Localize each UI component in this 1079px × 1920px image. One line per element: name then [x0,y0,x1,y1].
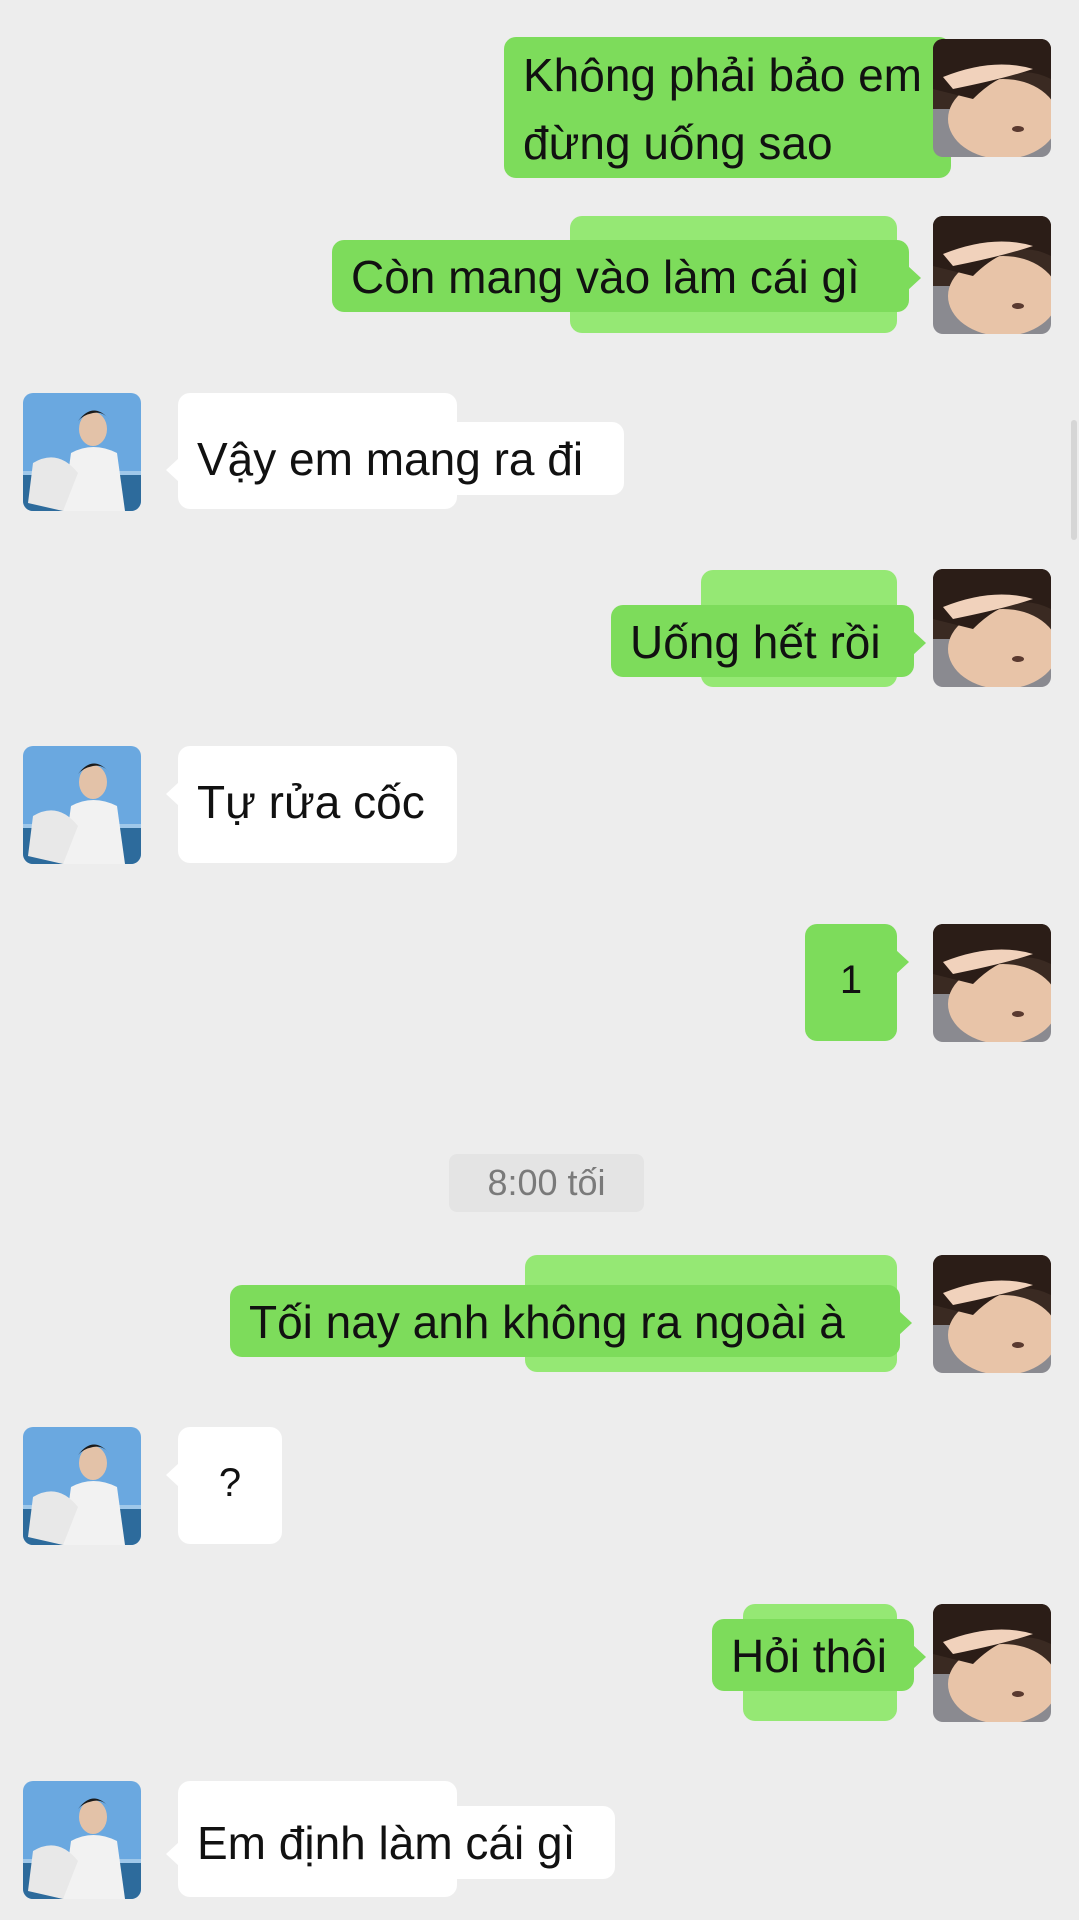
message-bubble-sent[interactable]: Không phải bảo em đừng uống sao [504,37,963,178]
my-avatar[interactable] [933,1604,1051,1722]
my-avatar[interactable] [933,39,1051,157]
my-avatar[interactable] [933,924,1051,1042]
avatar-photo-me-icon [933,1255,1051,1373]
message-bubble-received[interactable]: Tự rửa cốc [166,746,457,863]
avatar-photo-me-icon [933,216,1051,334]
message-bubble-sent[interactable]: Còn mang vào làm cái gì [332,240,921,312]
my-avatar[interactable] [933,569,1051,687]
message-bubble-received[interactable]: ? [166,1427,282,1544]
avatar-photo-me-icon [933,924,1051,1042]
message-bubble-sent[interactable]: Uống hết rồi [611,605,926,677]
avatar-photo-other-icon [23,1427,141,1545]
message-text: ? [218,1461,242,1505]
avatar-photo-me-icon [933,1604,1051,1722]
message-text: Em định làm cái gì [197,1817,576,1869]
message-text: Vậy em mang ra đi [197,433,584,485]
chat-message-list[interactable]: Không phải bảo em đừng uống sao Còn mang… [0,0,1079,1920]
message-bubble-received[interactable]: Vậy em mang ra đi [166,422,624,495]
scrollbar[interactable] [1071,420,1077,540]
my-avatar[interactable] [933,1255,1051,1373]
contact-avatar[interactable] [23,746,141,864]
message-text: Còn mang vào làm cái gì [351,251,860,303]
message-text: Hỏi thôi [731,1630,887,1682]
avatar-photo-me-icon [933,569,1051,687]
message-bubble-sent[interactable]: Hỏi thôi [712,1619,926,1691]
my-avatar[interactable] [933,216,1051,334]
message-bubble-received[interactable]: Em định làm cái gì [166,1806,615,1879]
contact-avatar[interactable] [23,393,141,511]
message-text: Uống hết rồi [630,616,881,668]
avatar-photo-other-icon [23,746,141,864]
timestamp-divider: 8:00 tối [449,1154,644,1212]
message-bubble-sent[interactable]: Tối nay anh không ra ngoài à [230,1285,912,1357]
message-text: Không phải bảo em đừng uống sao [523,49,922,169]
message-text: Tự rửa cốc [197,776,425,828]
message-text: 1 [839,958,863,1002]
avatar-photo-other-icon [23,1781,141,1899]
avatar-photo-other-icon [23,393,141,511]
contact-avatar[interactable] [23,1781,141,1899]
avatar-photo-me-icon [933,39,1051,157]
message-text: Tối nay anh không ra ngoài à [249,1296,845,1348]
message-bubble-sent[interactable]: 1 [805,924,909,1041]
contact-avatar[interactable] [23,1427,141,1545]
